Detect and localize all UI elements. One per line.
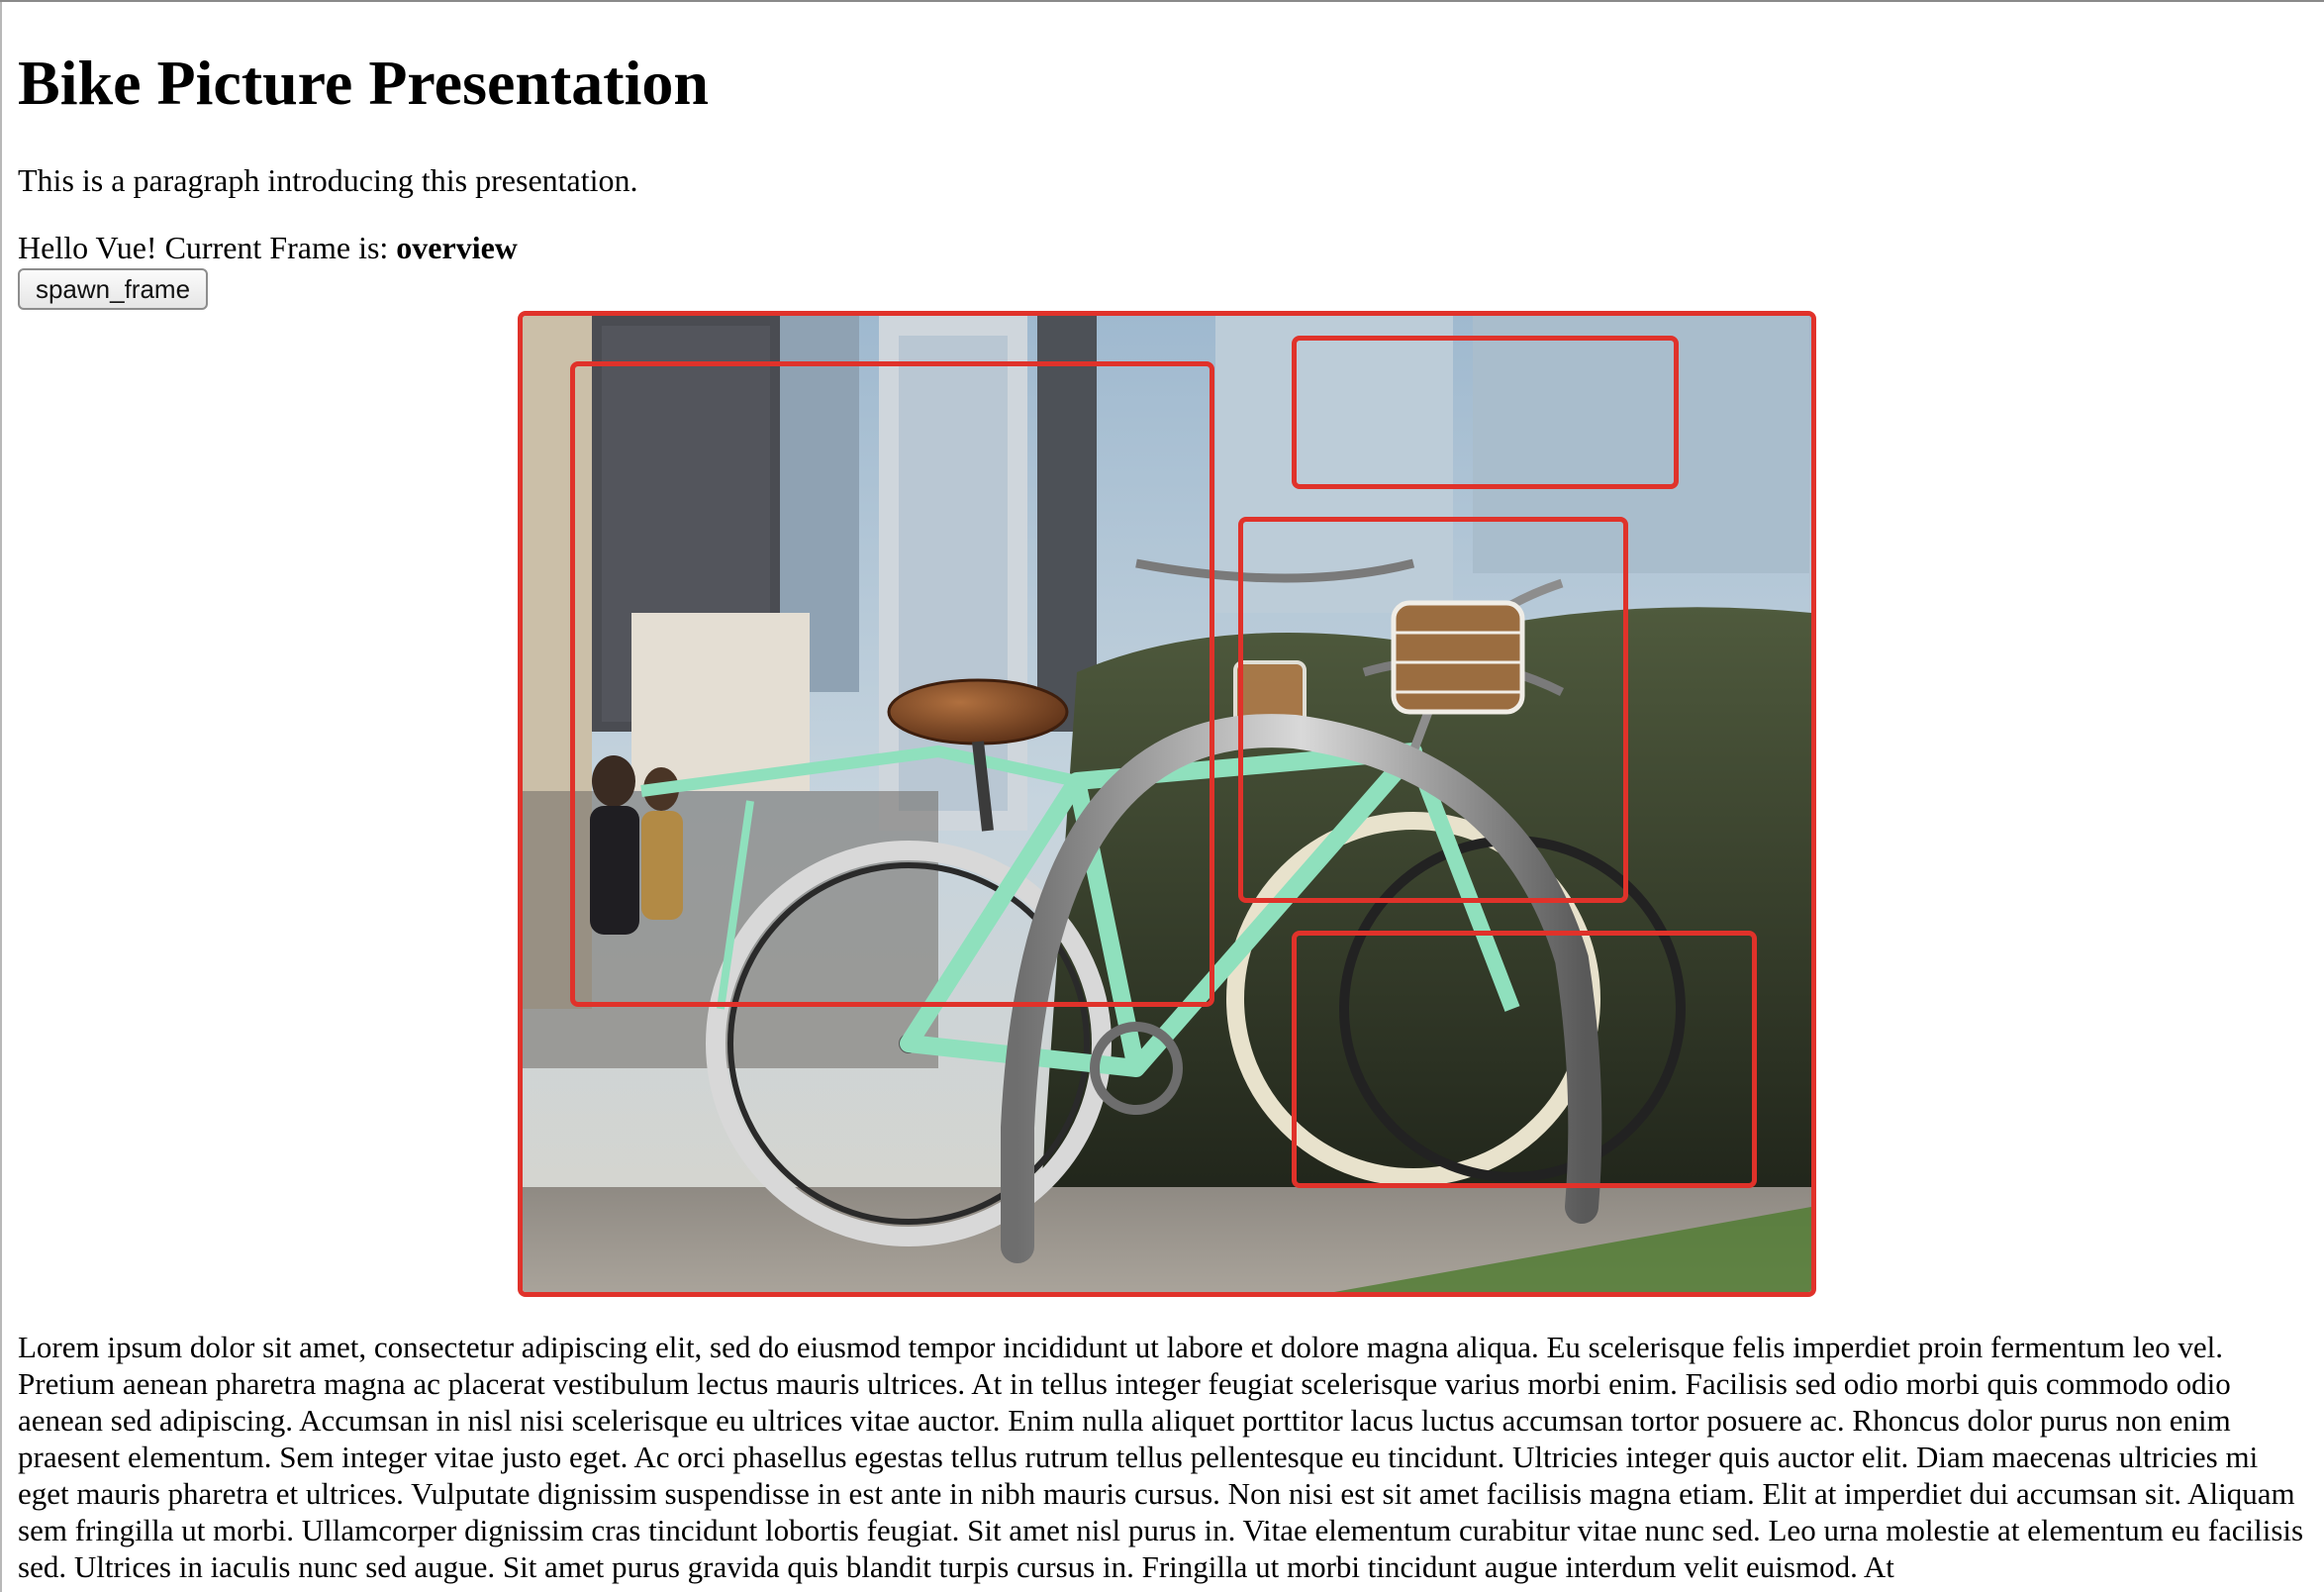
page-title: Bike Picture Presentation xyxy=(18,48,709,118)
window-left-edge xyxy=(0,2,2,1592)
highlight-rear-wheel-and-saddle[interactable] xyxy=(570,361,1214,1007)
highlight-front-wheel[interactable] xyxy=(1292,931,1757,1188)
intro-paragraph: This is a paragraph introducing this pre… xyxy=(18,162,638,198)
spawn-frame-button[interactable]: spawn_frame xyxy=(18,268,208,310)
highlight-handlebars[interactable] xyxy=(1292,336,1679,489)
lorem-paragraph: Lorem ipsum dolor sit amet, consectetur … xyxy=(18,1330,2304,1584)
current-frame-value: overview xyxy=(396,230,518,265)
frame-status: Hello Vue! Current Frame is: overview xyxy=(18,226,518,269)
frame-status-prefix: Hello Vue! Current Frame is: xyxy=(18,230,397,265)
highlight-front-basket[interactable] xyxy=(1238,517,1628,903)
